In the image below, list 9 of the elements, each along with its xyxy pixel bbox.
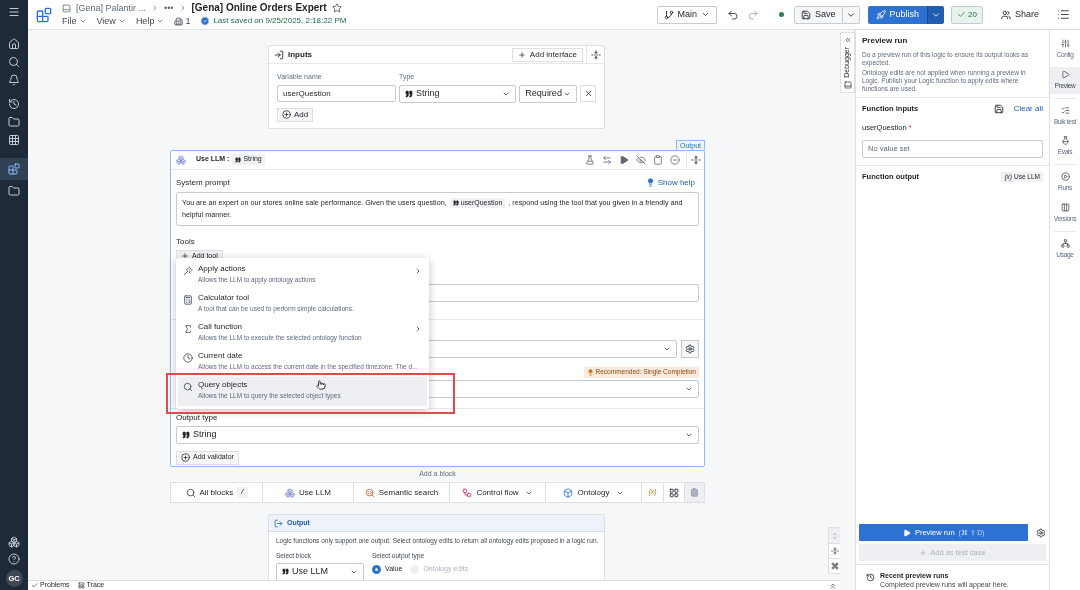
required-mark: * — [908, 122, 912, 134]
panel-title: Preview run — [862, 35, 909, 47]
resource-count: 1 — [185, 16, 191, 26]
field-label: Output type — [176, 411, 219, 424]
field-label: System prompt — [176, 176, 230, 189]
save-status: Last saved on 9/25/2025, 2:18:22 PM — [213, 17, 347, 25]
file-title: [Gena] Online Orders Expert — [191, 3, 327, 13]
field-label: Tools — [176, 235, 196, 248]
card-title: Inputs — [288, 48, 312, 61]
